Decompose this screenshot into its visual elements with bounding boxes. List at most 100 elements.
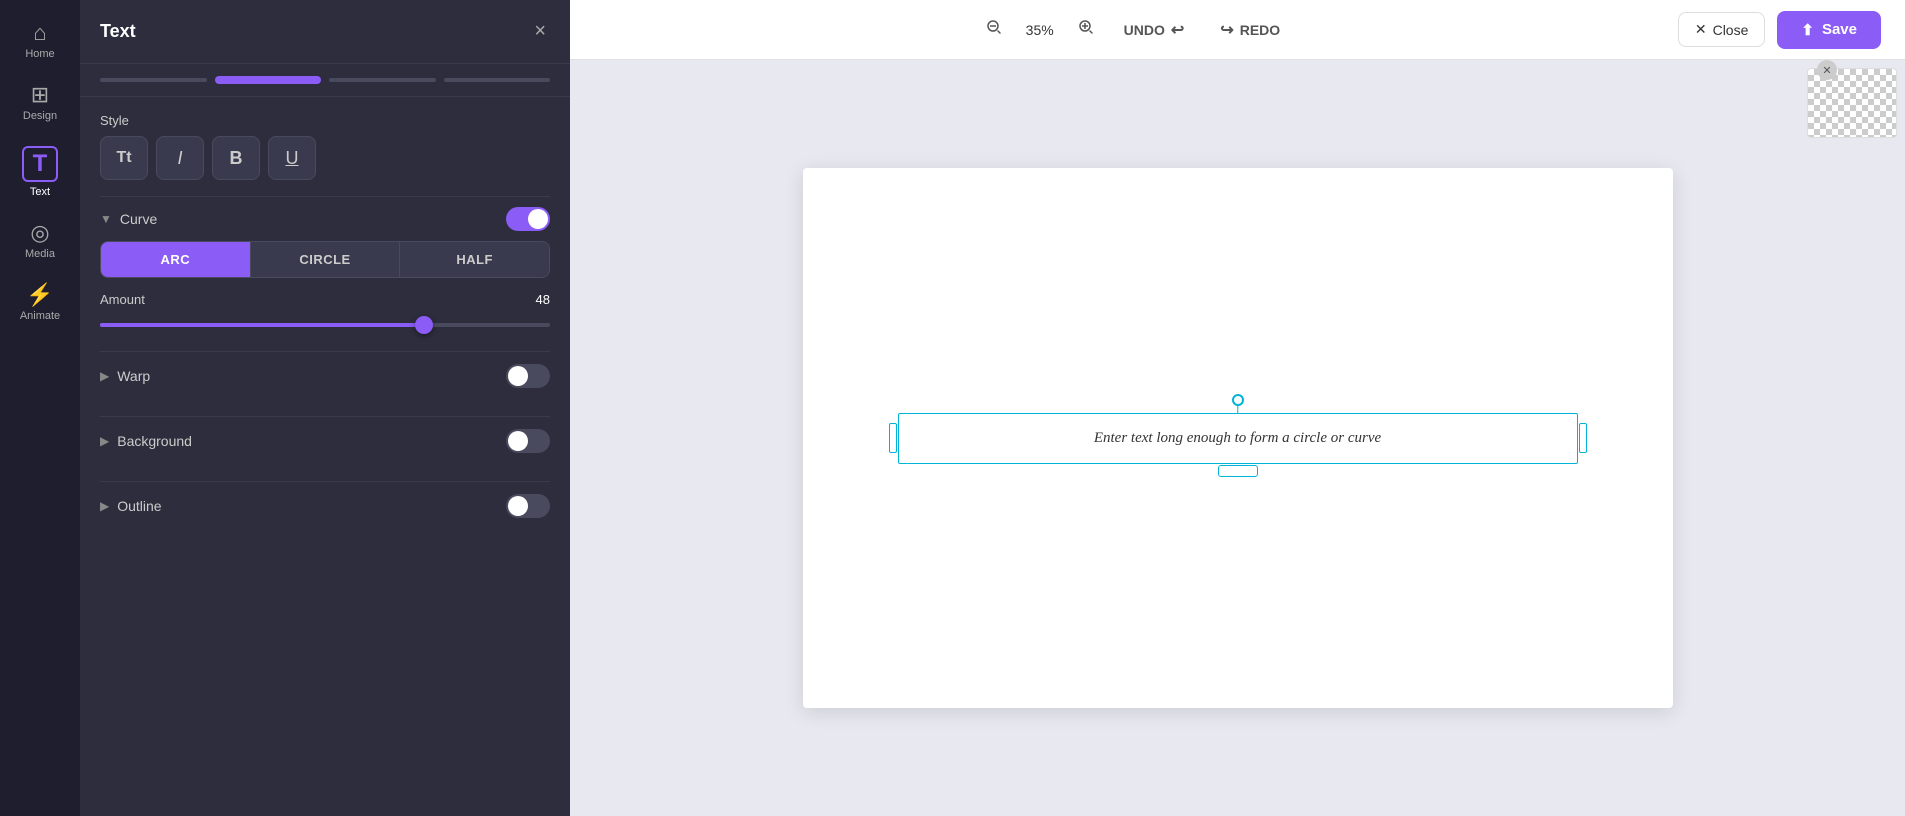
amount-value: 48 [536,292,550,307]
warp-section: ▶ Warp [100,351,550,400]
preview-thumbnail [1807,68,1897,138]
style-buttons-row: Tt I B U [100,136,550,180]
panel-tab-bar [80,64,570,97]
sidebar-item-animate[interactable]: ⚡ Animate [6,274,74,332]
toolbar-right: ✕ Close ⬆ Save [1678,11,1881,49]
toolbar: 35% UNDO ↩ ↪ REDO ✕ Close ⬆ Save [570,0,1905,60]
close-editor-button[interactable]: ✕ Close [1678,12,1766,47]
text-content[interactable]: Enter text long enough to form a circle … [1094,430,1381,447]
curve-chevron-icon: ▼ [100,212,112,226]
undo-label: UNDO [1124,22,1165,38]
outline-toggle[interactable] [506,494,550,518]
panel-header: Text × [80,0,570,64]
curve-toggle-row[interactable]: ▼ Curve [100,196,550,241]
background-label-group: ▶ Background [100,433,192,449]
sidebar-item-text-label: Text [30,186,50,198]
background-chevron-icon: ▶ [100,434,109,448]
bold-style-button[interactable]: B [212,136,260,180]
warp-chevron-icon: ▶ [100,369,109,383]
handle-top[interactable] [1232,394,1244,406]
curve-arc-button[interactable]: ARC [101,242,251,277]
sidebar-item-media-label: Media [25,248,55,260]
sidebar-item-design-label: Design [23,110,57,122]
warp-label-group: ▶ Warp [100,368,150,384]
warp-toggle-row[interactable]: ▶ Warp [100,351,550,400]
zoom-in-button[interactable] [1072,13,1100,46]
preview-close-button[interactable]: ✕ [1817,60,1837,80]
background-label: Background [117,433,192,449]
sidebar-nav: ⌂ Home ⊞ Design T Text ◎ Media ⚡ Animate [0,0,80,816]
sidebar-item-design[interactable]: ⊞ Design [6,74,74,132]
slider-fill [100,323,424,327]
redo-button[interactable]: ↪ REDO [1208,12,1292,48]
handle-bottom[interactable] [1218,465,1258,477]
panel-close-button[interactable]: × [530,16,550,47]
handle-left[interactable] [889,423,897,453]
tab-2[interactable] [215,76,322,84]
style-label: Style [100,113,550,128]
home-icon: ⌂ [33,22,46,44]
save-icon: ⬆ [1801,21,1814,39]
italic-style-button[interactable]: I [156,136,204,180]
close-x-icon: ✕ [1695,21,1707,38]
animate-icon: ⚡ [26,284,53,306]
text-element[interactable]: Enter text long enough to form a circle … [898,413,1578,464]
outline-toggle-row[interactable]: ▶ Outline [100,481,550,530]
panel-title: Text [100,21,136,42]
amount-label: Amount [100,292,145,307]
zoom-value: 35% [1020,22,1060,38]
background-section: ▶ Background [100,416,550,465]
canvas-background[interactable]: Enter text long enough to form a circle … [803,168,1673,708]
text-panel: Text × Style Tt I B U ▼ Curve [80,0,570,816]
warp-label: Warp [117,368,150,384]
background-toggle-row[interactable]: ▶ Background [100,416,550,465]
panel-content: Style Tt I B U ▼ Curve ARC [80,97,570,546]
outline-chevron-icon: ▶ [100,499,109,513]
sidebar-item-home[interactable]: ⌂ Home [6,12,74,70]
sidebar-item-text[interactable]: T Text [6,136,74,208]
outline-label: Outline [117,498,161,514]
zoom-out-button[interactable] [980,13,1008,46]
slider-track [100,323,550,327]
sidebar-item-home-label: Home [25,48,54,60]
curve-half-button[interactable]: HALF [400,242,549,277]
outline-label-group: ▶ Outline [100,498,162,514]
toolbar-center: 35% UNDO ↩ ↪ REDO [980,12,1293,48]
sidebar-item-animate-label: Animate [20,310,60,322]
save-button[interactable]: ⬆ Save [1777,11,1881,49]
outline-section: ▶ Outline [100,481,550,530]
underline-style-button[interactable]: U [268,136,316,180]
slider-thumb[interactable] [415,316,433,334]
media-icon: ◎ [30,222,49,244]
style-section: Style Tt I B U [100,113,550,180]
tab-4[interactable] [444,78,551,82]
curve-label-group: ▼ Curve [100,211,157,227]
warp-toggle[interactable] [506,364,550,388]
design-icon: ⊞ [31,84,49,106]
amount-slider-container[interactable] [100,315,550,335]
curve-type-buttons: ARC CIRCLE HALF [100,241,550,278]
text-icon: T [22,146,58,182]
curve-toggle-knob [528,209,548,229]
curve-section: ▼ Curve ARC CIRCLE HALF Amount 48 [100,196,550,335]
warp-toggle-knob [508,366,528,386]
tab-3[interactable] [329,78,436,82]
sidebar-item-media[interactable]: ◎ Media [6,212,74,270]
redo-icon: ↪ [1220,20,1233,40]
close-editor-label: Close [1713,22,1749,38]
background-toggle[interactable] [506,429,550,453]
outline-toggle-knob [508,496,528,516]
redo-label: REDO [1240,22,1280,38]
background-toggle-knob [508,431,528,451]
preview-panel: ✕ [1807,68,1897,138]
undo-icon: ↩ [1171,20,1184,40]
save-label: Save [1822,21,1857,38]
handle-right[interactable] [1579,423,1587,453]
canvas-area: Enter text long enough to form a circle … [570,60,1905,816]
curve-label: Curve [120,211,157,227]
curve-circle-button[interactable]: CIRCLE [251,242,401,277]
font-style-button[interactable]: Tt [100,136,148,180]
curve-toggle[interactable] [506,207,550,231]
undo-button[interactable]: UNDO ↩ [1112,12,1197,48]
tab-1[interactable] [100,78,207,82]
